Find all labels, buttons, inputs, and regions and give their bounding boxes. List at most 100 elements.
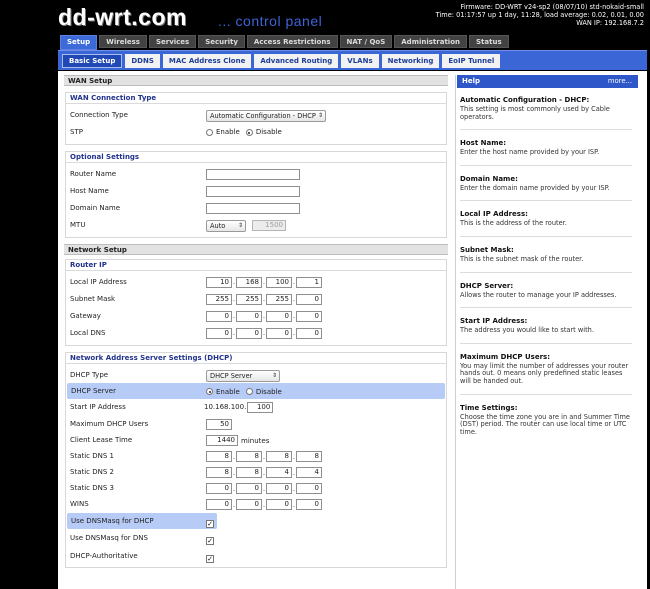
ip-octet[interactable]: 0 xyxy=(206,483,232,494)
subtab-mac-address-clone[interactable]: MAC Address Clone xyxy=(162,54,252,68)
tab-nat-qos[interactable]: NAT / QoS xyxy=(339,35,393,48)
chevron-updown-icon: ⇕ xyxy=(271,371,277,379)
router-ip-group: Router IP Local IP Address 10. 168. 100.… xyxy=(65,259,447,346)
ip-octet[interactable]: 4 xyxy=(296,467,322,478)
tab-services[interactable]: Services xyxy=(148,35,197,48)
ip-octet[interactable]: 8 xyxy=(236,451,262,462)
max-users-input[interactable]: 50 xyxy=(206,419,232,430)
tab-administration[interactable]: Administration xyxy=(394,35,467,48)
ip-octet[interactable]: 255 xyxy=(206,294,232,305)
content-panel: WAN Setup WAN Connection Type Connection… xyxy=(58,71,647,589)
stp-disable-radio[interactable] xyxy=(245,129,253,136)
ip-octet[interactable]: 0 xyxy=(266,311,292,322)
dhcp-authoritative-row: DHCP-Authoritative ✓ xyxy=(66,547,446,565)
mtu-value-input: 1500 xyxy=(252,220,286,231)
local-ip-label: Local IP Address xyxy=(70,278,127,286)
subtab-networking[interactable]: Networking xyxy=(381,54,440,68)
domain-name-input[interactable] xyxy=(206,203,300,214)
ip-octet[interactable]: 168 xyxy=(236,277,262,288)
help-item-desc: Enter the host name provided by your ISP… xyxy=(460,148,600,157)
use-dnsmasq-dns-row: Use DNSMasq for DNS ✓ xyxy=(66,529,446,547)
ip-octet[interactable]: 0 xyxy=(296,483,322,494)
ip-octet[interactable]: 8 xyxy=(236,467,262,478)
ip-octet[interactable]: 8 xyxy=(266,451,292,462)
ip-octet[interactable]: 0 xyxy=(236,483,262,494)
ip-octet[interactable]: 8 xyxy=(296,451,322,462)
dhcp-server-enable-label: Enable xyxy=(216,387,240,396)
stp-enable-label: Enable xyxy=(216,128,240,136)
dhcp-server-enable-radio[interactable] xyxy=(206,388,213,395)
ip-octet[interactable]: 0 xyxy=(206,328,232,339)
help-item-desc: This is the address of the router. xyxy=(460,219,567,228)
local-ip-input: 10. 168. 100. 1 xyxy=(206,276,322,289)
subtab-basic-setup[interactable]: Basic Setup xyxy=(62,54,123,68)
settings-form: WAN Setup WAN Connection Type Connection… xyxy=(64,75,448,568)
help-item-desc: This is the subnet mask of the router. xyxy=(460,254,584,263)
ip-octet[interactable]: 0 xyxy=(266,483,292,494)
stp-enable-radio[interactable] xyxy=(206,129,213,136)
main-tabs: Setup Wireless Services Security Access … xyxy=(60,35,511,50)
max-users-row: Maximum DHCP Users 50 xyxy=(66,416,446,432)
ip-octet[interactable]: 255 xyxy=(236,294,262,305)
ip-octet[interactable]: 0 xyxy=(296,328,322,339)
mtu-mode-select[interactable]: Auto ⇕ xyxy=(206,219,246,232)
ip-octet[interactable]: 255 xyxy=(266,294,292,305)
ip-octet[interactable]: 8 xyxy=(206,467,232,478)
help-more-link[interactable]: more... xyxy=(608,75,632,88)
tab-setup[interactable]: Setup xyxy=(60,35,98,50)
mtu-row: MTU Auto ⇕ 1500 xyxy=(66,217,446,234)
ip-octet[interactable]: 0 xyxy=(296,311,322,322)
help-item-title: Host Name: xyxy=(460,139,507,148)
host-name-input[interactable] xyxy=(206,186,300,197)
tab-wireless[interactable]: Wireless xyxy=(99,35,147,48)
ip-octet[interactable]: 1 xyxy=(296,277,322,288)
subtab-ddns[interactable]: DDNS xyxy=(125,54,160,68)
ip-octet[interactable]: 0 xyxy=(266,328,292,339)
ip-octet[interactable]: 0 xyxy=(266,499,292,510)
use-dnsmasq-dhcp-checkbox[interactable]: ✓ xyxy=(206,519,214,528)
ip-octet[interactable]: 10 xyxy=(206,277,232,288)
use-dnsmasq-dns-checkbox[interactable]: ✓ xyxy=(206,536,214,545)
ip-octet[interactable]: 0 xyxy=(296,499,322,510)
max-users-label: Maximum DHCP Users xyxy=(70,420,149,428)
subtab-vlans[interactable]: VLANs xyxy=(341,54,379,68)
tab-security[interactable]: Security xyxy=(198,35,245,48)
local-dns-input: 0. 0. 0. 0 xyxy=(206,327,322,340)
mtu-label: MTU xyxy=(70,221,86,229)
static-dns1-row: Static DNS 1 8. 8. 8. 8 xyxy=(66,448,446,464)
ip-octet[interactable]: 0 xyxy=(236,311,262,322)
connection-type-select[interactable]: Automatic Configuration - DHCP ⇕ xyxy=(206,109,326,122)
ip-octet[interactable]: 100 xyxy=(266,277,292,288)
tab-access-restrictions[interactable]: Access Restrictions xyxy=(246,35,338,48)
subnet-mask-row: Subnet Mask 255. 255. 255. 0 xyxy=(66,291,446,308)
ip-octet[interactable]: 0 xyxy=(206,311,232,322)
ip-octet[interactable]: 4 xyxy=(266,467,292,478)
lease-time-row: Client Lease Time 1440 minutes xyxy=(66,432,446,448)
subtab-eoip-tunnel[interactable]: EoIP Tunnel xyxy=(442,54,501,68)
help-item: Host Name: Enter the host name provided … xyxy=(456,139,638,166)
ip-octet[interactable]: 0 xyxy=(236,328,262,339)
dd-wrt-logo: dd-wrt.com ... control panel xyxy=(58,4,358,30)
tab-status[interactable]: Status xyxy=(469,35,509,48)
help-panel: Help more... Automatic Configuration - D… xyxy=(455,75,638,589)
router-name-input[interactable] xyxy=(206,169,300,180)
help-item: Automatic Configuration - DHCP: This set… xyxy=(456,96,638,131)
lease-time-input[interactable]: 1440 xyxy=(206,435,238,446)
subtab-advanced-routing[interactable]: Advanced Routing xyxy=(254,54,339,68)
dhcp-server-disable-radio[interactable] xyxy=(245,388,253,395)
chevron-updown-icon: ⇕ xyxy=(317,111,323,119)
firmware-info: Firmware: DD-WRT v24-sp2 (08/07/10) std-… xyxy=(436,3,644,27)
start-ip-input[interactable]: 100 xyxy=(247,402,274,413)
ip-octet[interactable]: 8 xyxy=(206,451,232,462)
dhcp-authoritative-checkbox[interactable]: ✓ xyxy=(206,554,214,563)
ip-octet[interactable]: 0 xyxy=(236,499,262,510)
ip-octet[interactable]: 0 xyxy=(296,294,322,305)
help-item: Subnet Mask: This is the subnet mask of … xyxy=(456,246,638,273)
help-divider xyxy=(460,129,632,131)
dhcp-type-select[interactable]: DHCP Server ⇕ xyxy=(206,369,280,382)
help-item-title: Local IP Address: xyxy=(460,210,528,219)
ip-octet[interactable]: 0 xyxy=(206,499,232,510)
local-ip-row: Local IP Address 10. 168. 100. 1 xyxy=(66,274,446,291)
start-ip-label: Start IP Address xyxy=(70,403,126,411)
wins-row: WINS 0. 0. 0. 0 xyxy=(66,496,446,512)
